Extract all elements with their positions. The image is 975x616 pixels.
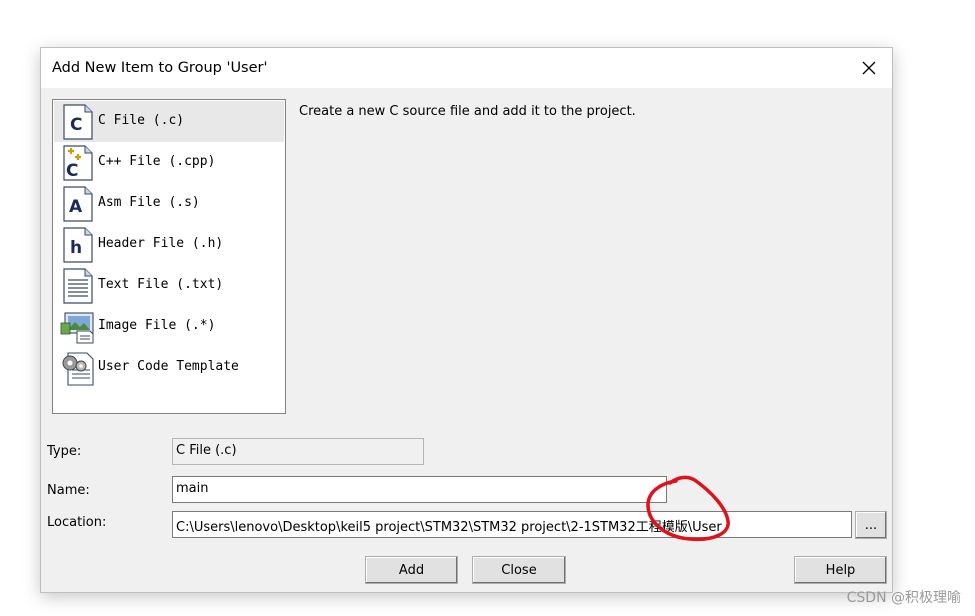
text-file-icon: [63, 268, 93, 304]
name-input[interactable]: main: [172, 476, 667, 503]
file-type-text[interactable]: Text File (.txt): [54, 265, 284, 306]
cpp-file-icon: C: [63, 145, 93, 181]
file-type-description: Create a new C source file and add it to…: [299, 104, 636, 119]
browse-button[interactable]: ...: [855, 511, 887, 539]
user-code-template-icon: [62, 352, 94, 386]
file-type-image[interactable]: Image File (.*): [54, 306, 284, 347]
watermark: CSDN @积极理喻: [846, 590, 961, 606]
file-type-header[interactable]: h Header File (.h): [54, 224, 284, 265]
add-button[interactable]: Add: [365, 556, 458, 584]
svg-text:A: A: [69, 197, 83, 217]
file-type-user-code-template[interactable]: User Code Template: [54, 347, 284, 388]
title-bar: Add New Item to Group 'User': [41, 48, 892, 88]
name-label: Name:: [47, 483, 90, 498]
file-type-label: Asm File (.s): [98, 195, 200, 210]
file-type-asm[interactable]: A Asm File (.s): [54, 183, 284, 224]
file-type-label: Text File (.txt): [98, 277, 224, 292]
svg-text:h: h: [70, 238, 82, 258]
dialog-title: Add New Item to Group 'User': [52, 60, 268, 76]
file-type-label: Image File (.*): [98, 318, 216, 333]
help-button[interactable]: Help: [794, 556, 887, 584]
close-button[interactable]: Close: [472, 556, 566, 584]
type-label: Type:: [47, 444, 82, 459]
image-file-icon: [60, 312, 94, 344]
file-type-label: C++ File (.cpp): [98, 154, 216, 169]
annotation-circle: [646, 475, 730, 542]
header-file-icon: h: [63, 227, 93, 263]
close-icon: [862, 61, 876, 75]
asm-file-icon: A: [63, 186, 93, 222]
file-type-c[interactable]: C C File (.c): [54, 101, 284, 142]
type-field: C File (.c): [172, 438, 424, 465]
svg-text:C: C: [70, 115, 82, 135]
add-new-item-dialog: Add New Item to Group 'User' C C File (.…: [40, 47, 893, 593]
location-input[interactable]: C:\Users\lenovo\Desktop\keil5 project\ST…: [172, 511, 852, 538]
location-label: Location:: [47, 515, 107, 530]
file-type-cpp[interactable]: C C++ File (.cpp): [54, 142, 284, 183]
file-type-label: Header File (.h): [98, 236, 224, 251]
file-type-list[interactable]: C C File (.c) C C++ File (.cpp) A Asm Fi…: [52, 99, 286, 414]
svg-text:C: C: [66, 161, 78, 181]
file-type-label: User Code Template: [98, 359, 239, 374]
close-window-button[interactable]: [846, 48, 892, 88]
c-file-icon: C: [63, 104, 93, 140]
file-type-label: C File (.c): [98, 113, 185, 128]
